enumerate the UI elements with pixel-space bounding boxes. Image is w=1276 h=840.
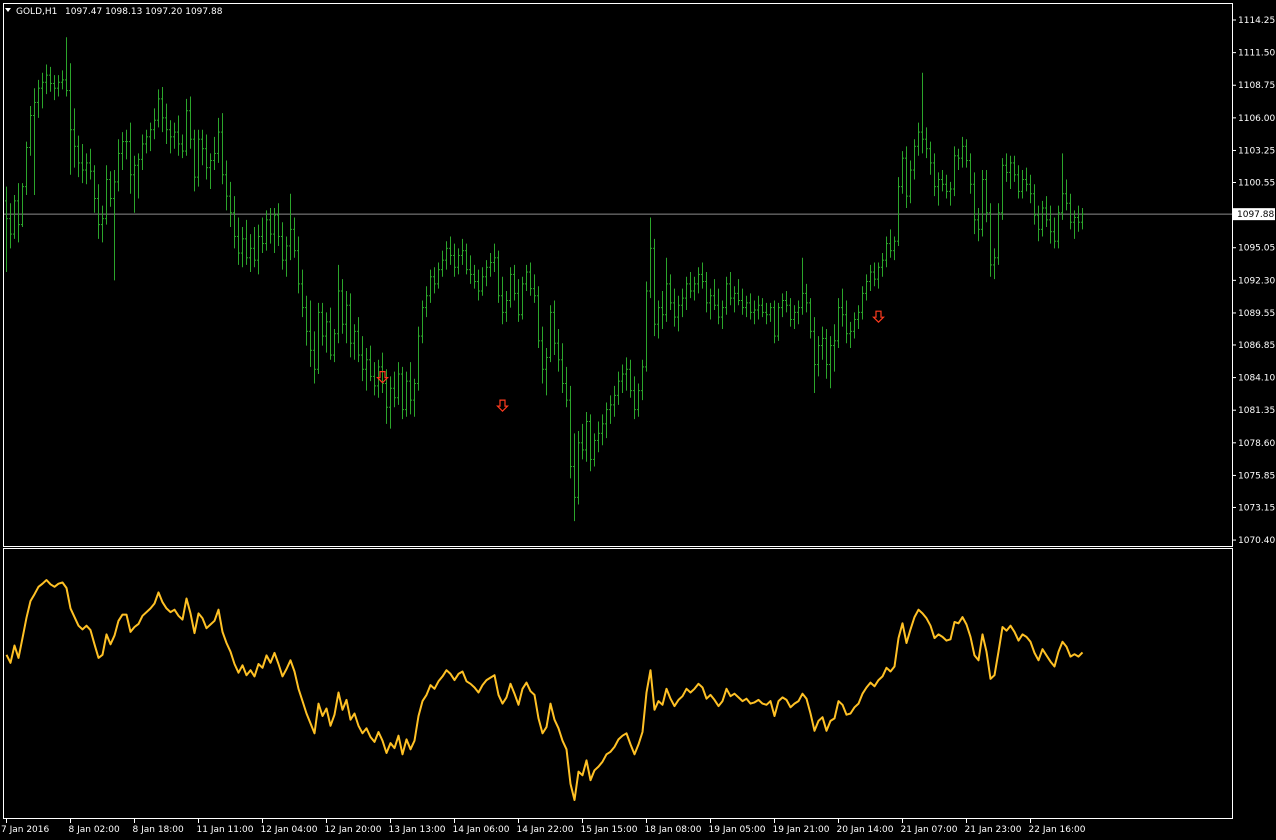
price-axis-label: 1092.30 xyxy=(1238,276,1275,286)
time-axis-label: 8 Jan 02:00 xyxy=(69,825,121,835)
time-axis-label: 19 Jan 21:00 xyxy=(773,825,830,835)
time-axis-label: 8 Jan 18:00 xyxy=(133,825,185,835)
price-axis-label: 1114.25 xyxy=(1238,16,1275,26)
price-axis-label: 1081.35 xyxy=(1238,406,1275,416)
time-axis-label: 7 Jan 2016 xyxy=(1,825,49,835)
chart-header: GOLD,H1 1097.47 1098.13 1097.20 1097.88 xyxy=(5,7,223,17)
current-price-tag: 1097.88 xyxy=(1233,208,1275,221)
ohlc-readout: 1097.47 1098.13 1097.20 1097.88 xyxy=(65,7,223,17)
current-price-label: 1097.88 xyxy=(1237,210,1274,220)
price-axis-label: 1106.00 xyxy=(1238,114,1275,124)
time-axis-label: 13 Jan 13:00 xyxy=(389,825,446,835)
price-axis-label: 1086.85 xyxy=(1238,341,1275,351)
time-axis-label: 20 Jan 14:00 xyxy=(837,825,894,835)
time-axis-label: 21 Jan 23:00 xyxy=(965,825,1022,835)
price-axis-label: 1103.25 xyxy=(1238,146,1275,156)
symbol-label: GOLD,H1 xyxy=(16,7,57,17)
time-axis-label: 12 Jan 20:00 xyxy=(325,825,382,835)
price-axis-label: 1100.55 xyxy=(1238,178,1275,188)
time-axis-label: 14 Jan 06:00 xyxy=(453,825,510,835)
price-axis-label: 1089.55 xyxy=(1238,309,1275,319)
price-axis-label: 1073.15 xyxy=(1238,503,1275,513)
time-axis-label: 19 Jan 05:00 xyxy=(709,825,766,835)
time-axis-label: 18 Jan 08:00 xyxy=(645,825,702,835)
price-axis-label: 1070.40 xyxy=(1238,536,1275,546)
price-axis-label: 1075.85 xyxy=(1238,471,1275,481)
time-axis-label: 21 Jan 07:00 xyxy=(901,825,958,835)
price-axis-label: 1108.75 xyxy=(1238,81,1275,91)
price-axis-label: 1111.50 xyxy=(1238,49,1275,59)
price-axis-label: 1078.60 xyxy=(1238,439,1275,449)
time-axis-label: 11 Jan 11:00 xyxy=(197,825,254,835)
price-axis-label: 1095.05 xyxy=(1238,244,1275,254)
time-axis-label: 15 Jan 15:00 xyxy=(581,825,638,835)
chart-background xyxy=(0,0,1276,840)
time-axis-label: 12 Jan 04:00 xyxy=(261,825,318,835)
trading-chart[interactable]: 1114.25 1111.50 1108.75 1106.00 1103.25 1100.… xyxy=(0,0,1276,840)
price-axis-label: 1084.10 xyxy=(1238,374,1275,384)
time-axis-label: 14 Jan 22:00 xyxy=(517,825,574,835)
time-axis-label: 22 Jan 16:00 xyxy=(1029,825,1086,835)
